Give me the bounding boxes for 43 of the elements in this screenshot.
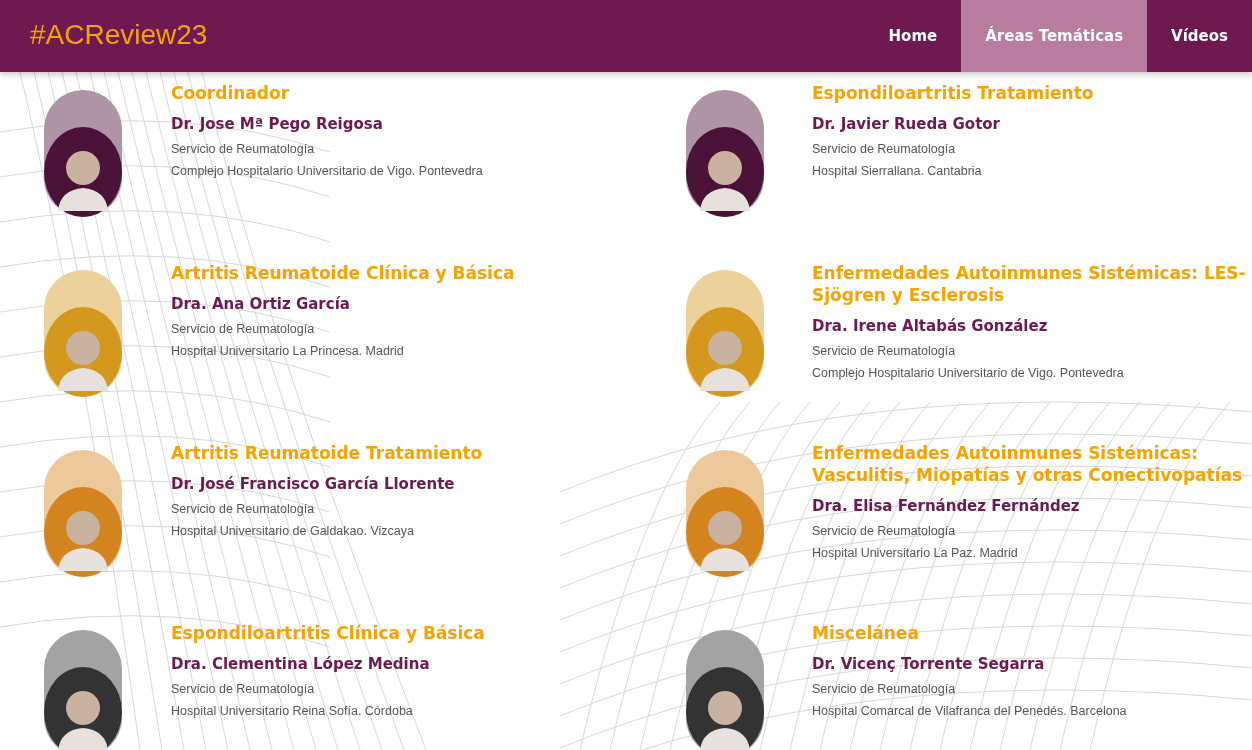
area-heading: Miscelánea xyxy=(812,622,920,644)
department-text: Servicio de Reumatología xyxy=(812,342,957,360)
nav-tab[interactable]: Vídeos xyxy=(1147,0,1252,72)
department-text: Servicio de Reumatología xyxy=(171,680,316,698)
department-text: Servicio de Reumatología xyxy=(812,680,957,698)
person-silhouette xyxy=(700,331,750,391)
area-heading: Artritis Reumatoide Clínica y Básica xyxy=(171,262,516,284)
hospital-text: Hospital Universitario La Paz. Madrid xyxy=(812,545,1019,563)
person-silhouette xyxy=(700,691,750,750)
person-silhouette xyxy=(700,151,750,211)
hospital-text: Hospital Universitario La Princesa. Madrid xyxy=(171,343,405,361)
speaker-name: Dra. Irene Altabás González xyxy=(812,316,1049,337)
area-heading: Espondiloartritis Clínica y Básica xyxy=(171,622,486,644)
department-text: Servicio de Reumatología xyxy=(171,500,316,518)
department-text: Servicio de Reumatología xyxy=(812,522,957,540)
department-text: Servicio de Reumatología xyxy=(171,320,316,338)
speaker-name: Dra. Ana Ortiz García xyxy=(171,294,351,315)
site-title: #ACReview23 xyxy=(29,18,208,52)
person-silhouette xyxy=(700,511,750,571)
hospital-text: Hospital Universitario Reina Sofía. Córdoba xyxy=(171,703,414,721)
person-silhouette xyxy=(58,691,108,750)
speaker-name: Dr. Jose Mª Pego Reigosa xyxy=(171,114,384,135)
area-heading: Artritis Reumatoide Tratamiento xyxy=(171,442,484,464)
area-heading: Enfermedades Autoinmunes Sistémicas: LES-Sjögren y Esclerosis xyxy=(812,262,1247,306)
speaker-name: Dr. Javier Rueda Gotor xyxy=(812,114,1002,135)
department-text: Servicio de Reumatología xyxy=(171,140,316,158)
hospital-text: Complejo Hospitalario Universitario de Vigo. Pontevedra xyxy=(171,163,484,181)
hospital-text: Hospital Sierrallana. Cantabria xyxy=(812,163,983,181)
nav-tab[interactable]: Home xyxy=(864,0,962,72)
hospital-text: Complejo Hospitalario Universitario de Vigo. Pontevedra xyxy=(812,365,1125,383)
area-heading: Enfermedades Autoinmunes Sistémicas: Vasculitis, Miopatías y otras Conectivopatías xyxy=(812,442,1244,486)
speaker-name: Dra. Elisa Fernández Fernández xyxy=(812,496,1081,517)
person-silhouette xyxy=(58,331,108,391)
speaker-name: Dra. Clementina López Medina xyxy=(171,654,431,675)
person-silhouette xyxy=(58,511,108,571)
speaker-name: Dr. José Francisco García Llorente xyxy=(171,474,456,495)
hospital-text: Hospital Comarcal de Vilafranca del Penedés. Barcelona xyxy=(812,703,1128,721)
speaker-name: Dr. Vicenç Torrente Segarra xyxy=(812,654,1046,675)
hospital-text: Hospital Universitario de Galdakao. Vizcaya xyxy=(171,523,415,541)
person-silhouette xyxy=(58,151,108,211)
area-heading: Coordinador xyxy=(171,82,291,104)
department-text: Servicio de Reumatología xyxy=(812,140,957,158)
area-heading: Espondiloartritis Tratamiento xyxy=(812,82,1095,104)
